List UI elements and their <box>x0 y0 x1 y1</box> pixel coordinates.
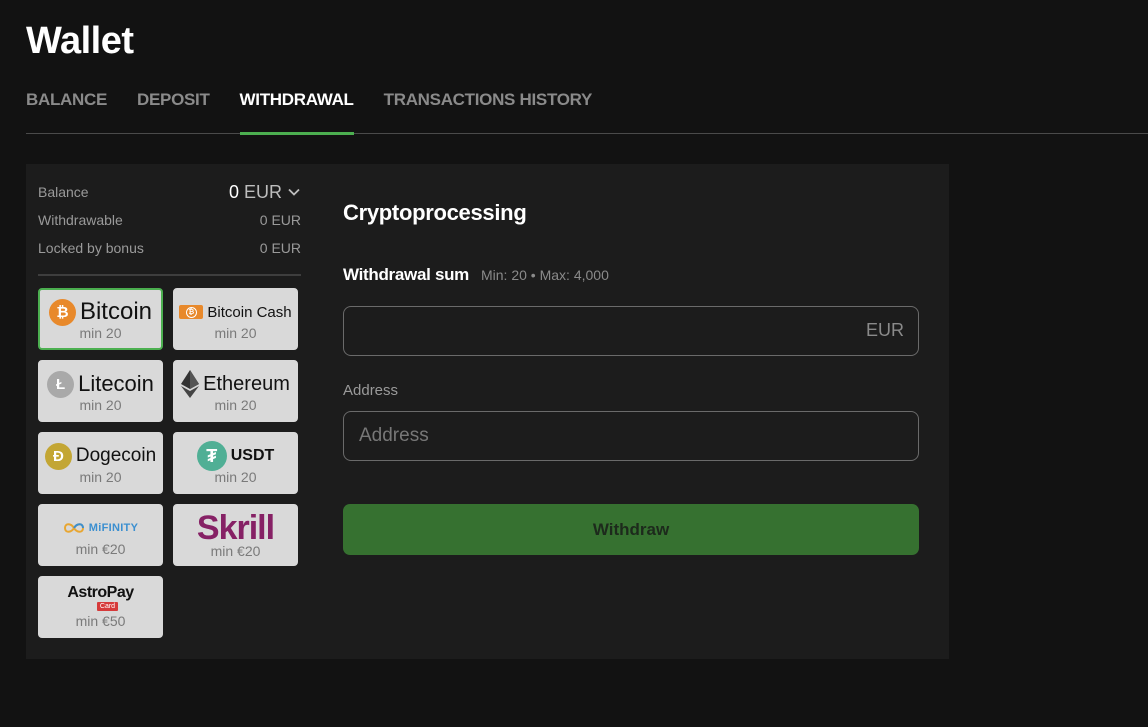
balance-row: Balance 0 EUR <box>38 178 301 206</box>
bitcoin-cash-icon: ₿ <box>179 305 204 319</box>
method-bitcoin-cash[interactable]: ₿ Bitcoin Cash min 20 <box>173 288 298 350</box>
tab-balance[interactable]: BALANCE <box>26 89 107 134</box>
dogecoin-icon: Ð <box>44 442 72 470</box>
method-usdt[interactable]: ₮ USDT min 20 <box>173 432 298 494</box>
tab-transactions-history[interactable]: TRANSACTIONS HISTORY <box>384 89 593 134</box>
method-astropay[interactable]: AstroPay Card min €50 <box>38 576 163 638</box>
withdrawal-panel: Balance 0 EUR Withdrawable 0 EUR Locked … <box>26 164 949 659</box>
withdrawal-limits: Min: 20 • Max: 4,000 <box>481 267 609 283</box>
withdraw-button[interactable]: Withdraw <box>343 504 919 555</box>
balance-currency: EUR <box>243 181 282 202</box>
method-skrill[interactable]: Skrill min €20 <box>173 504 298 566</box>
skrill-logo: Skrill <box>196 509 275 547</box>
method-min: min €20 <box>75 541 126 557</box>
mifinity-logo-icon <box>63 523 84 533</box>
balance-currency-selector[interactable]: 0 EUR <box>229 182 301 203</box>
method-bitcoin[interactable]: ₿ Bitcoin min 20 <box>38 288 163 350</box>
litecoin-icon: Ł <box>47 370 75 398</box>
withdrawable-row: Withdrawable 0 EUR <box>38 206 301 234</box>
address-label: Address <box>343 382 399 399</box>
divider <box>38 274 301 276</box>
wallet-tabs: BALANCE DEPOSIT WITHDRAWAL TRANSACTIONS … <box>26 89 1148 135</box>
method-dogecoin[interactable]: Ð Dogecoin min 20 <box>38 432 163 494</box>
method-min: min €20 <box>210 543 261 559</box>
method-name: USDT <box>230 447 275 464</box>
method-name: MiFINITY <box>88 522 139 534</box>
locked-bonus-label: Locked by bonus <box>38 240 144 256</box>
method-min: min €50 <box>75 613 126 629</box>
astropay-card-badge: Card <box>96 602 119 611</box>
chevron-down-icon <box>288 188 300 196</box>
method-name: Bitcoin <box>79 298 153 325</box>
balance-label: Balance <box>38 184 89 200</box>
locked-bonus-value: 0 EUR <box>259 240 301 256</box>
amount-input[interactable] <box>344 307 918 355</box>
method-min: min 20 <box>79 397 122 413</box>
tab-deposit[interactable]: DEPOSIT <box>137 89 210 134</box>
amount-field: EUR <box>343 306 919 356</box>
tether-icon: ₮ <box>196 441 227 471</box>
method-mifinity[interactable]: MiFINITY min €20 <box>38 504 163 566</box>
withdrawal-sum-header: Withdrawal sum Min: 20 • Max: 4,000 <box>343 265 609 285</box>
processor-title: Cryptoprocessing <box>343 200 527 225</box>
withdrawable-label: Withdrawable <box>38 212 123 228</box>
method-name: Litecoin <box>78 371 154 396</box>
withdrawal-sum-label: Withdrawal sum <box>343 265 469 284</box>
tab-withdrawal[interactable]: WITHDRAWAL <box>239 89 354 135</box>
method-name: Dogecoin <box>75 445 157 466</box>
method-min: min 20 <box>79 469 122 485</box>
method-litecoin[interactable]: Ł Litecoin min 20 <box>38 360 163 422</box>
method-min: min 20 <box>214 397 257 413</box>
balance-and-methods: Balance 0 EUR Withdrawable 0 EUR Locked … <box>38 178 301 638</box>
balance-amount: 0 <box>228 181 239 202</box>
address-field <box>343 411 919 461</box>
method-min: min 20 <box>79 325 122 341</box>
method-name: Ethereum <box>203 372 290 395</box>
payment-methods-grid: ₿ Bitcoin min 20 ₿ Bitcoin Cash min 20 Ł <box>38 288 301 638</box>
astropay-logo: AstroPay <box>67 584 134 601</box>
amount-currency: EUR <box>865 320 904 340</box>
bitcoin-icon: ₿ <box>48 298 76 326</box>
page-title: Wallet <box>26 20 134 62</box>
method-min: min 20 <box>214 325 257 341</box>
method-name: Bitcoin Cash <box>207 303 292 321</box>
locked-bonus-row: Locked by bonus 0 EUR <box>38 234 301 262</box>
withdrawable-value: 0 EUR <box>259 212 301 228</box>
address-input[interactable] <box>344 412 918 460</box>
ethereum-icon <box>181 370 200 398</box>
method-min: min 20 <box>214 469 257 485</box>
method-ethereum[interactable]: Ethereum min 20 <box>173 360 298 422</box>
